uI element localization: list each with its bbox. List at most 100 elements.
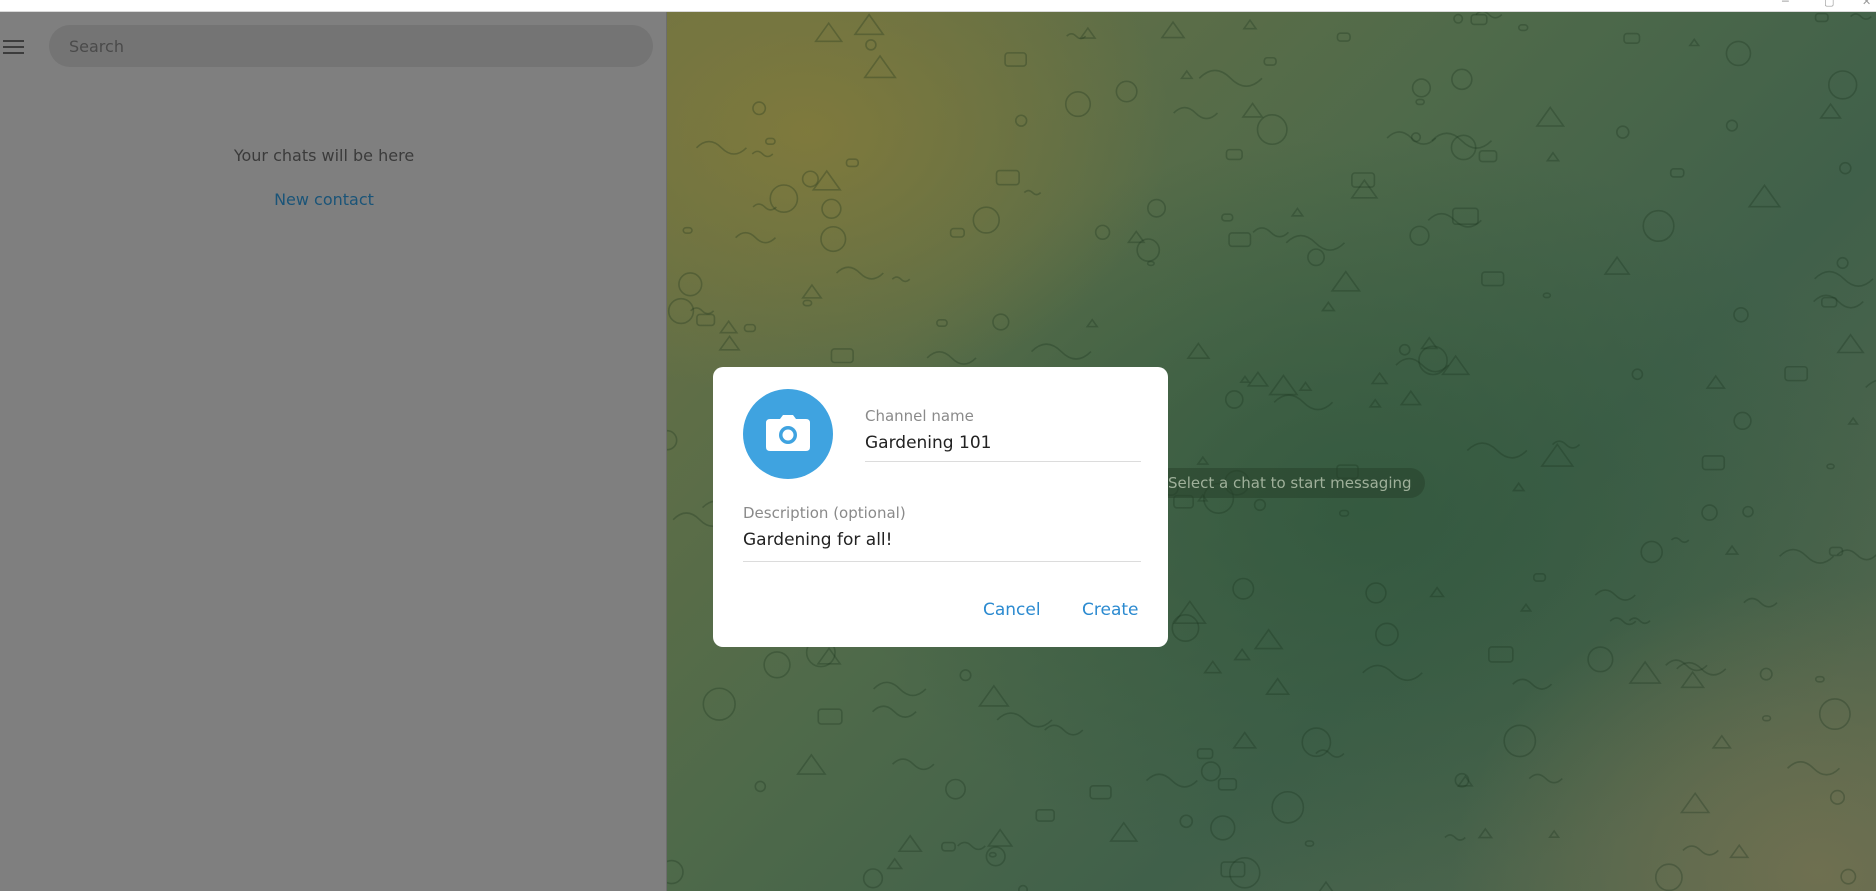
wallpaper-doodle <box>1415 98 1425 106</box>
wallpaper-doodle <box>1004 52 1027 67</box>
wallpaper-doodle <box>1044 724 1084 736</box>
wallpaper-doodle <box>1273 394 1334 411</box>
description-label: Description (optional) <box>743 504 906 522</box>
wallpaper-doodle <box>1519 602 1533 612</box>
wallpaper-doodle <box>1759 667 1773 681</box>
wallpaper-doodle <box>1705 374 1726 389</box>
wallpaper-doodle <box>1850 13 1872 20</box>
wallpaper-doodle <box>897 834 923 853</box>
wallpaper-doodle <box>1409 225 1430 246</box>
wallpaper-doodle <box>1682 845 1719 856</box>
maximize-button[interactable]: ▢ <box>1824 0 1834 8</box>
wallpaper-doodle <box>1232 731 1258 749</box>
close-window-button[interactable]: ✕ <box>1862 0 1871 8</box>
wallpaper-doodle <box>1616 125 1630 139</box>
wallpaper-doodle <box>1271 790 1305 824</box>
wallpaper-doodle <box>1603 255 1631 275</box>
wallpaper-doodle <box>1865 379 1876 389</box>
wallpaper-doodle <box>873 681 927 697</box>
wallpaper-doodle <box>1172 600 1207 624</box>
wallpaper-doodle <box>1786 761 1841 776</box>
wallpaper-doodle <box>1399 389 1422 406</box>
wallpaper-doodle <box>735 231 777 244</box>
wallpaper-doodle <box>1814 270 1874 287</box>
wallpaper-doodle <box>1370 371 1389 385</box>
wallpaper-doodle <box>751 150 774 158</box>
wallpaper-doodle <box>1545 151 1561 162</box>
wallpaper-doodle <box>1180 69 1194 80</box>
channel-photo-button[interactable] <box>743 389 833 479</box>
wallpaper-doodle <box>696 313 716 327</box>
chat-list-sidebar: Your chats will be here New contact <box>0 12 667 891</box>
wallpaper-doodle <box>1779 548 1835 564</box>
wallpaper-doodle <box>743 323 757 333</box>
wallpaper-doodle <box>1733 411 1752 431</box>
wallpaper-doodle <box>1836 256 1849 270</box>
wallpaper-doodle <box>1427 212 1482 228</box>
wallpaper-doodle <box>1186 342 1211 360</box>
wallpaper-doodle <box>1819 102 1842 119</box>
search-input[interactable] <box>49 25 653 67</box>
wallpaper-doodle <box>1398 343 1411 356</box>
minimize-button[interactable]: ─ <box>1782 0 1789 8</box>
wallpaper-doodle <box>1540 443 1575 467</box>
wallpaper-doodle <box>1470 13 1488 26</box>
wallpaper-doodle <box>1239 375 1251 384</box>
channel-name-input[interactable] <box>865 430 1145 456</box>
wallpaper-doodle <box>926 351 977 365</box>
wallpaper-doodle <box>802 299 813 307</box>
wallpaper-doodle <box>1115 80 1138 103</box>
wallpaper-doodle <box>1587 646 1614 673</box>
wallpaper-doodle <box>996 712 1053 728</box>
wallpaper-doodle <box>1444 834 1466 841</box>
wallpaper-doodle <box>978 684 1010 707</box>
wallpaper-doodle <box>1221 213 1234 222</box>
wallpaper-doodle <box>1429 586 1445 598</box>
cancel-button[interactable]: Cancel <box>983 600 1041 620</box>
wallpaper-doodle <box>1196 748 1214 760</box>
create-button[interactable]: Create <box>1082 600 1139 620</box>
wallpaper-doodle <box>1304 840 1315 847</box>
wallpaper-doodle <box>1225 148 1243 161</box>
wallpaper-doodle <box>1233 647 1251 661</box>
wallpaper-doodle <box>1336 32 1351 42</box>
wallpaper-doodle <box>892 758 935 771</box>
wallpaper-doodle <box>1839 161 1852 175</box>
wallpaper-doodle <box>1241 102 1264 118</box>
wallpaper-doodle <box>1829 789 1846 805</box>
wallpaper-doodle <box>1670 537 1690 544</box>
wallpaper-doodle <box>667 297 695 325</box>
wallpaper-doodle <box>949 227 965 238</box>
wallpaper-doodle <box>1631 368 1644 381</box>
channel-name-underline <box>865 461 1141 462</box>
wallpaper-doodle <box>865 39 877 51</box>
wallpaper-doodle <box>1094 224 1111 241</box>
wallpaper-doodle <box>1457 774 1474 787</box>
wallpaper-doodle <box>1725 119 1739 132</box>
wallpaper-doodle <box>1503 724 1537 758</box>
wallpaper-doodle <box>830 348 854 364</box>
wallpaper-doodle <box>1742 505 1754 518</box>
description-underline <box>743 561 1141 562</box>
wallpaper-doodle <box>754 780 767 793</box>
wallpaper-doodle <box>1453 13 1464 24</box>
wallpaper-doodle <box>1743 597 1778 608</box>
wallpaper-doodle <box>1263 56 1277 66</box>
wallpaper-doodle <box>1418 345 1448 376</box>
wallpaper-doodle <box>1256 114 1288 146</box>
wallpaper-doodle <box>1198 69 1263 87</box>
wallpaper-doodle <box>1623 32 1641 45</box>
hamburger-menu-icon[interactable] <box>3 36 27 56</box>
wallpaper-doodle <box>1307 248 1325 267</box>
wallpaper-doodle <box>702 687 736 721</box>
wallpaper-doodle <box>821 198 842 219</box>
wallpaper-doodle <box>1147 198 1167 218</box>
wallpaper-doodle <box>1528 773 1563 784</box>
wallpaper-doodle <box>1253 628 1284 650</box>
new-contact-link[interactable]: New contact <box>0 190 648 209</box>
wallpaper-doodle <box>1517 24 1529 32</box>
wallpaper-doodle <box>1784 365 1809 382</box>
wallpaper-doodle <box>796 753 827 775</box>
wallpaper-doodle <box>1179 814 1194 829</box>
description-input[interactable] <box>743 527 1138 553</box>
